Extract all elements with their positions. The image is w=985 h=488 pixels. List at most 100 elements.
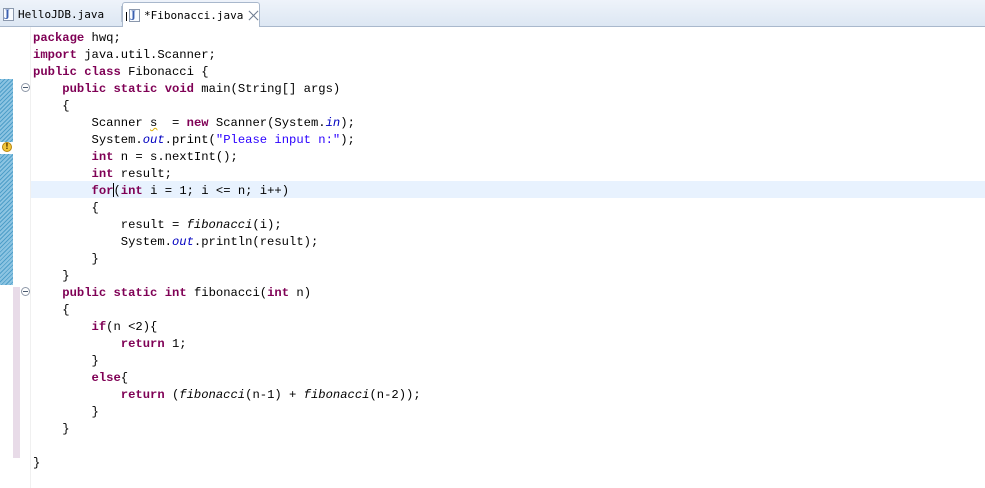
code-line[interactable]: return 1; xyxy=(33,336,421,353)
code-line[interactable] xyxy=(33,438,421,455)
code-line[interactable]: } xyxy=(33,251,421,268)
code-token: for xyxy=(91,184,114,198)
code-line[interactable]: } xyxy=(33,268,421,285)
code-token: ( xyxy=(113,184,121,198)
tab-hellojdb[interactable]: J HelloJDB.java xyxy=(0,2,122,27)
code-token: out xyxy=(142,133,165,147)
code-line[interactable]: } xyxy=(33,404,421,421)
warning-icon[interactable]: ! xyxy=(2,142,12,152)
java-file-icon: J xyxy=(3,8,14,21)
code-token: int xyxy=(91,150,114,164)
code-token: in xyxy=(325,116,341,130)
code-token: .println(result); xyxy=(193,235,319,249)
code-token: int xyxy=(267,286,290,300)
code-token: System. xyxy=(33,235,172,249)
code-token: (n <2){ xyxy=(106,320,158,334)
code-line[interactable]: for(int i = 1; i <= n; i++) xyxy=(33,183,421,200)
tab-fibonacci[interactable]: J *Fibonacci.java xyxy=(122,2,260,27)
code-token: { xyxy=(33,99,70,113)
fold-range-band xyxy=(13,287,20,458)
code-token: } xyxy=(33,252,99,266)
code-line[interactable]: int n = s.nextInt(); xyxy=(33,149,421,166)
code-line[interactable]: { xyxy=(33,302,421,319)
java-file-icon: J xyxy=(126,8,140,22)
code-line[interactable]: } xyxy=(33,455,421,472)
code-token: hwq; xyxy=(84,31,121,45)
change-marker xyxy=(0,154,13,285)
code-token: } xyxy=(33,405,99,419)
code-line[interactable]: import java.util.Scanner; xyxy=(33,47,421,64)
code-token: } xyxy=(33,422,70,436)
code-token: static xyxy=(113,286,158,300)
code-token: "Please input n:" xyxy=(215,133,341,147)
code-token: .print( xyxy=(164,133,216,147)
code-token: public xyxy=(62,286,107,300)
code-line[interactable]: System.out.print("Please input n:"); xyxy=(33,132,421,149)
code-token: Scanner xyxy=(33,116,151,130)
fold-toggle-icon[interactable] xyxy=(21,83,30,92)
code-token: public xyxy=(33,65,77,79)
code-line[interactable]: public static int fibonacci(int n) xyxy=(33,285,421,302)
code-token: fibonacci xyxy=(179,388,246,402)
code-line[interactable]: public class Fibonacci { xyxy=(33,64,421,81)
code-editor[interactable]: package hwq; import java.util.Scanner; pub… xyxy=(33,30,421,472)
code-token: return xyxy=(120,388,165,402)
code-line[interactable]: Scanner s = new Scanner(System.in); xyxy=(33,115,421,132)
code-token: ( xyxy=(164,388,180,402)
code-token: fibonacci xyxy=(303,388,370,402)
code-token: (n-2)); xyxy=(369,388,421,402)
code-line[interactable]: { xyxy=(33,98,421,115)
code-token: int xyxy=(91,167,114,181)
code-token: { xyxy=(33,303,70,317)
code-token: if xyxy=(91,320,107,334)
code-token: public xyxy=(62,82,107,96)
close-icon[interactable] xyxy=(248,10,259,21)
code-line[interactable]: package hwq; xyxy=(33,30,421,47)
code-line[interactable]: public static void main(String[] args) xyxy=(33,81,421,98)
code-token: fibonacci( xyxy=(186,286,268,300)
code-token: = xyxy=(157,116,187,130)
code-token: return xyxy=(120,337,165,351)
code-token: fibonacci xyxy=(186,218,253,232)
code-token: static xyxy=(113,82,158,96)
code-token: } xyxy=(33,354,99,368)
code-line[interactable]: } xyxy=(33,421,421,438)
code-line[interactable]: result = fibonacci(i); xyxy=(33,217,421,234)
code-token: (i); xyxy=(252,218,282,232)
code-token: ); xyxy=(340,133,355,147)
code-token: int xyxy=(164,286,187,300)
code-token: new xyxy=(186,116,209,130)
code-token: System. xyxy=(33,133,143,147)
code-token: i = 1; i <= n; i++) xyxy=(142,184,290,198)
code-token: void xyxy=(164,82,194,96)
code-token: int xyxy=(120,184,143,198)
code-line[interactable]: System.out.println(result); xyxy=(33,234,421,251)
code-line[interactable]: else{ xyxy=(33,370,421,387)
code-line[interactable]: } xyxy=(33,353,421,370)
code-line[interactable]: return (fibonacci(n-1) + fibonacci(n-2))… xyxy=(33,387,421,404)
code-line[interactable]: int result; xyxy=(33,166,421,183)
code-line[interactable]: { xyxy=(33,200,421,217)
code-token: out xyxy=(171,235,194,249)
code-token: result = xyxy=(33,218,187,232)
code-token: class xyxy=(84,65,121,79)
code-token: } xyxy=(33,456,41,470)
code-token: { xyxy=(120,371,129,385)
change-marker xyxy=(0,79,13,142)
code-token: { xyxy=(33,201,99,215)
code-line[interactable]: if(n <2){ xyxy=(33,319,421,336)
code-token: result; xyxy=(113,167,172,181)
code-token: else xyxy=(91,371,121,385)
tab-label: HelloJDB.java xyxy=(18,8,105,21)
code-token: Scanner(System. xyxy=(208,116,326,130)
fold-toggle-icon[interactable] xyxy=(21,287,30,296)
ruler-divider xyxy=(30,27,31,488)
